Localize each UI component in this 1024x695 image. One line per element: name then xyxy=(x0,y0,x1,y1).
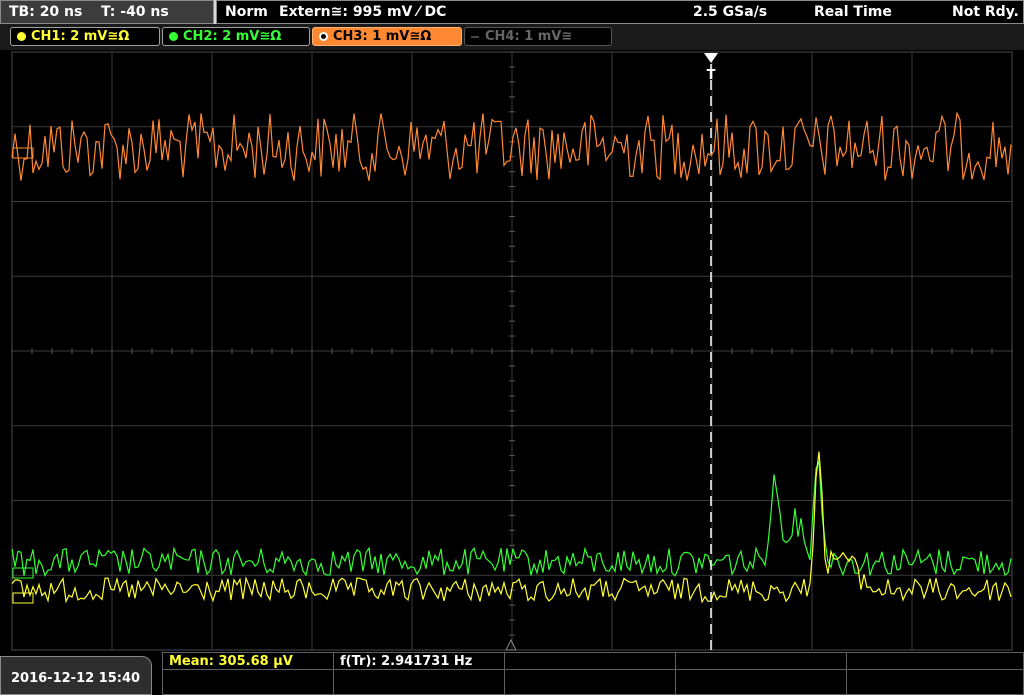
channel-1-label: CH1: 2 mV≅Ω xyxy=(31,29,130,44)
datetime-label: 2016-12-12 15:40 xyxy=(11,671,141,686)
channel-3-offset-marker xyxy=(12,147,34,159)
trigger-position-marker xyxy=(704,53,718,63)
trigger-marker-label[interactable]: T xyxy=(707,68,716,83)
frequency-measurement: f(Tr): 2.941731 Hz xyxy=(340,654,473,669)
measurement-cell-empty-7[interactable] xyxy=(675,669,847,695)
measurement-cell-mean[interactable]: Mean: 305.68 µV xyxy=(162,652,334,670)
measurement-cell-empty-5[interactable] xyxy=(333,669,505,695)
measurement-cell-empty-6[interactable] xyxy=(504,669,676,695)
channel-strip: CH1: 2 mV≅Ω CH2: 2 mV≅Ω CH3: 1 mV≅Ω CH4:… xyxy=(0,24,1024,50)
mean-measurement: Mean: 305.68 µV xyxy=(169,654,293,669)
channel-3-indicator xyxy=(319,32,328,41)
measurement-cell-empty-8[interactable] xyxy=(846,669,1024,695)
trigger-mode-label[interactable]: Norm xyxy=(225,4,268,20)
channel-1-indicator xyxy=(17,32,26,41)
acquisition-state-label: Not Rdy. xyxy=(952,4,1019,20)
measurement-table: Mean: 305.68 µV f(Tr): 2.941731 Hz xyxy=(162,652,1024,695)
acquisition-mode-label: Real Time xyxy=(814,4,892,20)
channel-1-button[interactable]: CH1: 2 mV≅Ω xyxy=(10,27,160,46)
timebase-label[interactable]: TB: 20 ns xyxy=(9,4,82,20)
measurement-cell-empty-4[interactable] xyxy=(162,669,334,695)
measurement-cell-empty-1[interactable] xyxy=(504,652,676,670)
timebase-box[interactable]: TB: 20 ns T: -40 ns xyxy=(0,0,214,24)
measurement-cell-empty-3[interactable] xyxy=(846,652,1024,670)
channel-2-label: CH2: 2 mV≅Ω xyxy=(183,29,282,44)
status-bar: TB: 20 ns T: -40 ns Norm Extern≅: 995 mV… xyxy=(0,0,1024,24)
datetime-box: 2016-12-12 15:40 xyxy=(0,656,152,695)
acquisition-status: Norm Extern≅: 995 mV ⁄ DC 2.5 GSa/s Real… xyxy=(216,0,1024,24)
channel-4-indicator xyxy=(471,36,479,38)
measurement-cell-empty-2[interactable] xyxy=(675,652,847,670)
center-marker xyxy=(505,638,517,651)
waveform-display[interactable]: T xyxy=(0,50,1024,652)
trigger-source-label[interactable]: Extern≅: 995 mV ⁄ DC xyxy=(279,4,446,20)
measurement-cell-freq[interactable]: f(Tr): 2.941731 Hz xyxy=(333,652,505,670)
channel-2-button[interactable]: CH2: 2 mV≅Ω xyxy=(162,27,310,46)
trigger-time-label[interactable]: T: -40 ns xyxy=(101,4,169,20)
sample-rate-label: 2.5 GSa/s xyxy=(693,4,768,20)
channel-2-indicator xyxy=(169,32,178,41)
channel-4-label: CH4: 1 mV≅ xyxy=(485,29,573,44)
channel-4-button[interactable]: CH4: 1 mV≅ xyxy=(464,27,612,46)
channel-3-button[interactable]: CH3: 1 mV≅Ω xyxy=(312,27,462,46)
channel-3-label: CH3: 1 mV≅Ω xyxy=(333,29,432,44)
